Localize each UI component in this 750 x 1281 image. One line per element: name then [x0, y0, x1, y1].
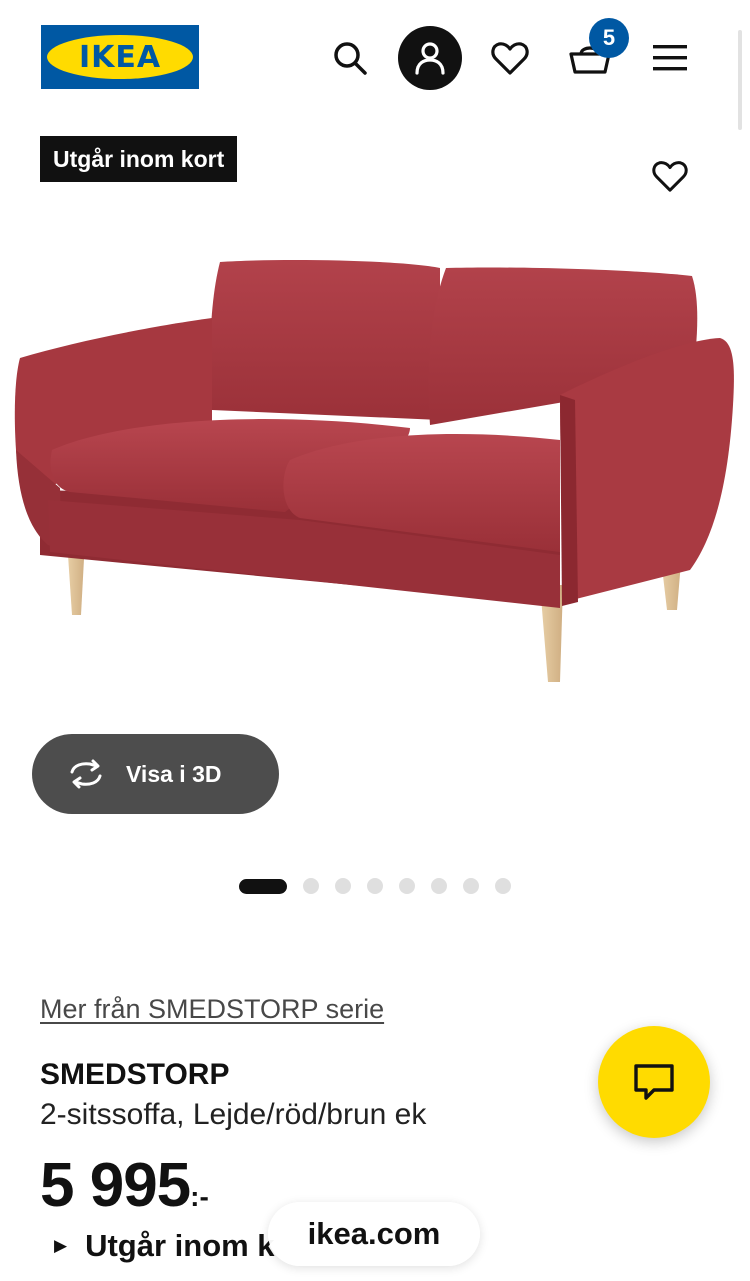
- product-name: SMEDSTORP: [40, 1058, 230, 1091]
- discontinued-badge: Utgår inom kort: [40, 136, 238, 182]
- caret-right-icon: ▶: [54, 1236, 68, 1255]
- heart-icon: [652, 161, 688, 192]
- account-icon: [415, 42, 445, 75]
- view-in-3d-button[interactable]: Visa i 3D: [32, 734, 279, 814]
- product-price: 5 995:-: [40, 1150, 209, 1221]
- scrollbar[interactable]: [738, 30, 742, 130]
- series-link[interactable]: Mer från SMEDSTORP serie: [40, 994, 384, 1025]
- carousel-dot[interactable]: [495, 878, 511, 894]
- price-integer: 5 995: [40, 1151, 191, 1220]
- wishlist-button[interactable]: [478, 26, 542, 90]
- carousel-dot[interactable]: [367, 878, 383, 894]
- carousel-dot[interactable]: [431, 878, 447, 894]
- menu-icon: [653, 45, 687, 71]
- browser-domain: ikea.com: [307, 1216, 441, 1251]
- logo-text: IKEA: [78, 39, 162, 75]
- search-button[interactable]: [318, 26, 382, 90]
- save-to-list-button[interactable]: [640, 146, 700, 206]
- carousel-dot[interactable]: [463, 878, 479, 894]
- price-suffix: :-: [190, 1181, 209, 1212]
- search-icon: [334, 42, 367, 75]
- browser-url-pill[interactable]: ikea.com: [268, 1202, 480, 1266]
- image-carousel-dots: [239, 878, 527, 894]
- rotate-3d-icon: [70, 759, 102, 789]
- cart-count-badge: 5: [589, 18, 629, 58]
- chat-icon: [634, 1064, 674, 1100]
- ikea-logo[interactable]: IKEA: [41, 25, 199, 89]
- logo-oval: IKEA: [47, 35, 193, 79]
- carousel-dot[interactable]: [335, 878, 351, 894]
- menu-button[interactable]: [638, 26, 702, 90]
- availability-status[interactable]: ▶ Utgår inom k: [54, 1228, 275, 1264]
- heart-icon: [491, 42, 529, 75]
- availability-status-text: Utgår inom k: [85, 1228, 275, 1263]
- carousel-dot[interactable]: [303, 878, 319, 894]
- product-image[interactable]: [0, 230, 750, 710]
- product-description: 2-sitssoffa, Lejde/röd/brun ek: [40, 1098, 427, 1131]
- carousel-dot-active[interactable]: [239, 878, 287, 894]
- view-in-3d-label: Visa i 3D: [126, 760, 222, 787]
- chat-button[interactable]: [598, 1026, 710, 1138]
- account-button[interactable]: [398, 26, 462, 90]
- carousel-dot[interactable]: [399, 878, 415, 894]
